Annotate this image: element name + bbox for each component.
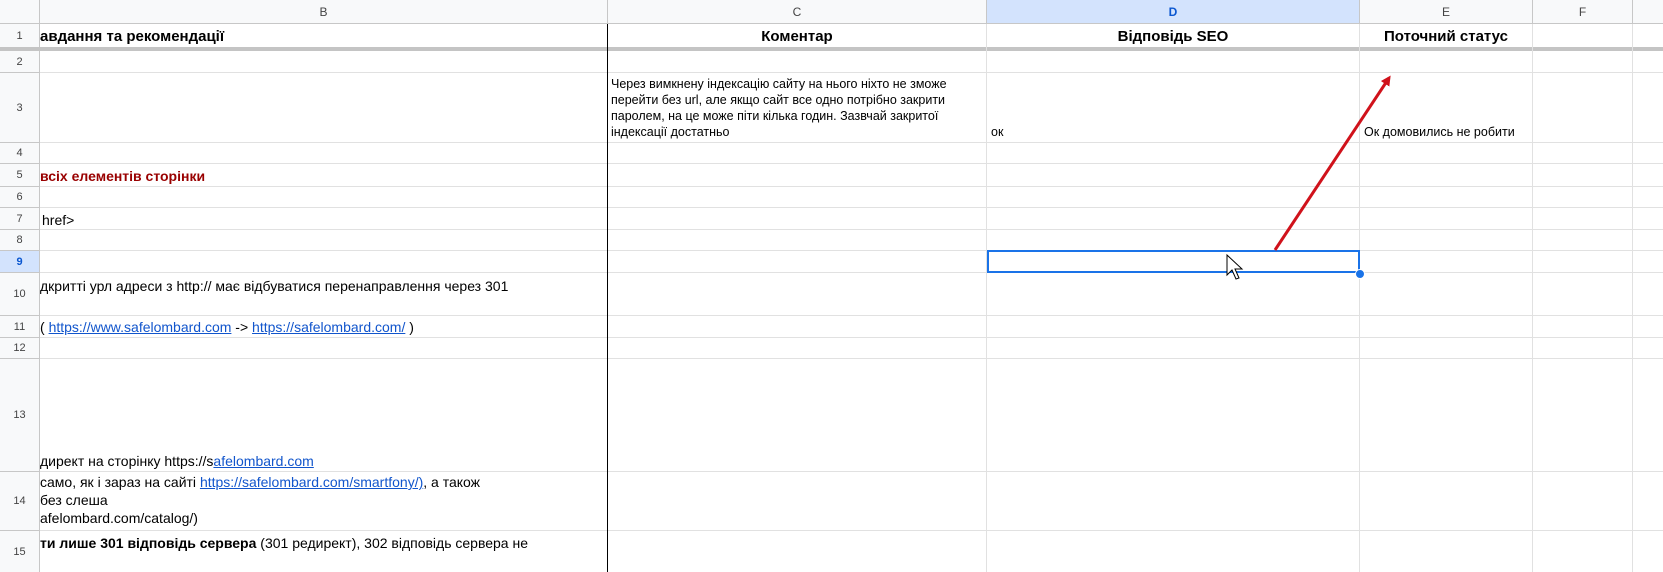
red-arrow-icon (1273, 75, 1391, 251)
annotation-overlay (1226, 75, 1391, 280)
spreadsheet-grid: B C D E F 1 2 3 4 5 6 7 8 9 10 11 12 13 … (0, 0, 1663, 572)
mouse-cursor-icon (1226, 253, 1244, 280)
